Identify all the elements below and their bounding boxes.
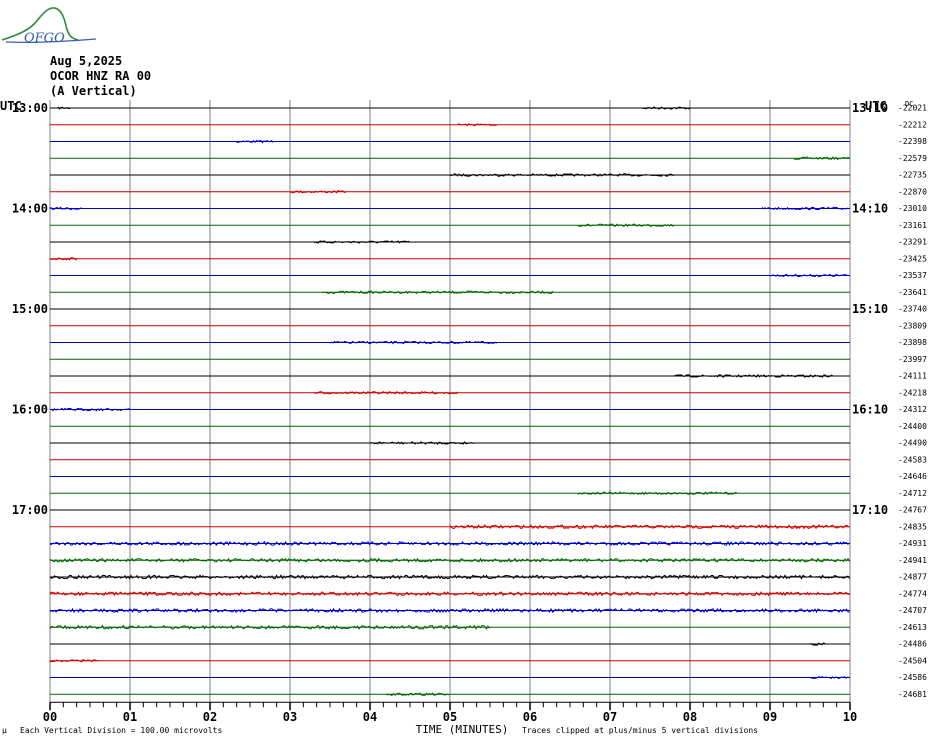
dc-offset-label: -24707 (898, 606, 927, 615)
x-tick-label: 06 (523, 710, 537, 724)
left-hour-label: 17:00 (12, 503, 48, 517)
dc-offset-label: -24774 (898, 589, 927, 598)
dc-offset-label: -24941 (898, 556, 927, 565)
trace-activity (290, 189, 346, 194)
scale-note: Each Vertical Division = 100.00 microvol… (20, 726, 223, 735)
dc-offset-label: -24767 (898, 506, 927, 515)
trace-activity (369, 441, 474, 445)
dc-offset-label: -23537 (898, 271, 927, 280)
dc-offset-label: -22579 (898, 154, 927, 163)
right-hour-label: 16:10 (852, 403, 888, 417)
dc-offset-label: -24218 (898, 388, 927, 397)
left-hour-label: 15:00 (12, 302, 48, 316)
dc-offset-label: -23291 (898, 238, 927, 247)
x-tick-label: 04 (363, 710, 377, 724)
dc-offset-label: -24613 (898, 623, 927, 632)
left-hour-label: 14:00 (12, 202, 48, 216)
right-hour-label: 17:10 (852, 503, 888, 517)
dc-offset-label: -23161 (898, 221, 927, 230)
dc-offset-label: -23010 (898, 204, 927, 213)
dc-offset-label: -22735 (898, 171, 927, 180)
right-hour-label: 13:10 (852, 101, 888, 115)
dc-offset-label: -24490 (898, 439, 927, 448)
x-tick-label: 05 (443, 710, 457, 724)
dc-offset-label: -24486 (898, 640, 927, 649)
dc-offset-label: -23898 (898, 338, 927, 347)
right-hour-label: 15:10 (852, 302, 888, 316)
x-axis-label: TIME (MINUTES) (416, 723, 509, 736)
dc-offset-label: -24586 (898, 673, 927, 682)
dc-offset-label: -24835 (898, 522, 927, 531)
x-tick-label: 09 (763, 710, 777, 724)
left-hour-label: 13:00 (12, 101, 48, 115)
dc-offset-label: -24504 (898, 656, 927, 665)
x-tick-label: 10 (843, 710, 857, 724)
dc-offset-label: -24400 (898, 422, 927, 431)
x-tick-label: 02 (203, 710, 217, 724)
dc-offset-label: -24312 (898, 405, 927, 414)
dc-offset-label: -24646 (898, 472, 927, 481)
dc-offset-label: -24111 (898, 372, 927, 381)
corner-mark: µ (2, 726, 7, 735)
dc-offset-label: -23740 (898, 305, 927, 314)
x-tick-label: 03 (283, 710, 297, 724)
dc-offset-label: -22212 (898, 120, 927, 129)
right-hour-label: 14:10 (852, 202, 888, 216)
helicorder-plot: UTC UTC DC13:00 13:1014:00 14:1015:00 15:1016… (0, 99, 927, 736)
dc-offset-label: -23809 (898, 321, 927, 330)
clip-note: Traces clipped at plus/minus 5 vertical … (522, 726, 759, 735)
x-tick-label: 00 (43, 710, 57, 724)
dc-offset-label: -24931 (898, 539, 927, 548)
dc-offset-label: -23641 (898, 288, 927, 297)
dc-offset-label: -24583 (898, 455, 927, 464)
dc-offset-label: -22870 (898, 187, 927, 196)
dc-offset-label: -24712 (898, 489, 927, 498)
dc-offset-label: -23997 (898, 355, 927, 364)
x-tick-label: 08 (683, 710, 697, 724)
left-hour-label: 16:00 (12, 403, 48, 417)
x-tick-label: 07 (603, 710, 617, 724)
dc-offset-label: -23425 (898, 254, 927, 263)
dc-offset-label: -24681 (898, 690, 927, 699)
dc-offset-label: -22398 (898, 137, 927, 146)
x-tick-label: 01 (123, 710, 137, 724)
dc-offset-label: -22021 (898, 104, 927, 113)
trace-activity (313, 240, 411, 244)
dc-offset-label: -24877 (898, 573, 927, 582)
